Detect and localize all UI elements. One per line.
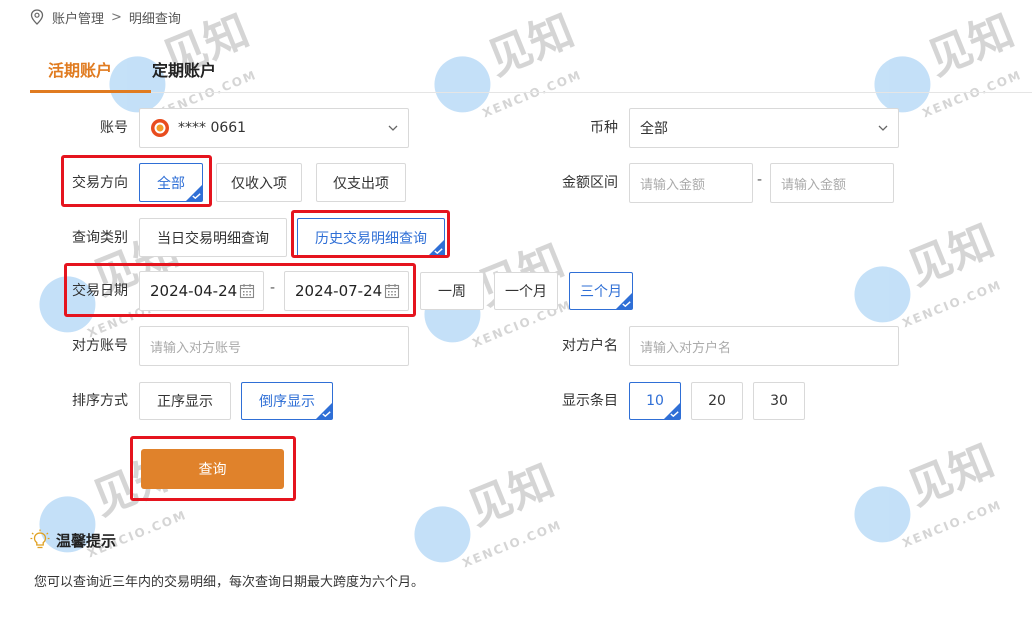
watermark: 见知XENCIO.COM <box>399 445 571 583</box>
end-date-input[interactable]: 2024-07-24 <box>284 271 409 311</box>
amount-separator: - <box>757 172 763 188</box>
tips-text: 您可以查询近三年内的交易明细，每次查询日期最大跨度为六个月。 <box>34 575 425 590</box>
counterparty-account-input[interactable]: 请输入对方账号 <box>139 326 409 366</box>
date-label: 交易日期 <box>72 283 128 299</box>
sort-descending[interactable]: 倒序显示 <box>241 382 333 420</box>
date-shortcut-three-months[interactable]: 三个月 <box>569 272 633 310</box>
counterparty-account-label: 对方账号 <box>72 338 128 354</box>
currency-label: 币种 <box>590 120 618 136</box>
tab-fixed-account[interactable]: 定期账户 <box>152 52 216 90</box>
breadcrumb-separator: > <box>111 9 122 25</box>
checkmark-icon <box>322 411 331 417</box>
option-label: 正序显示 <box>157 394 213 410</box>
watermark: 见知XENCIO.COM <box>839 425 1011 563</box>
option-label: 全部 <box>157 175 185 192</box>
calendar-icon <box>384 284 400 299</box>
chevron-down-icon <box>878 125 888 131</box>
amount-label: 金额区间 <box>562 175 618 191</box>
page-size-20[interactable]: 20 <box>691 382 743 420</box>
lightbulb-icon <box>30 529 50 549</box>
breadcrumb: 账户管理 > 明细查询 <box>30 7 181 27</box>
page-size-10[interactable]: 10 <box>629 382 681 420</box>
option-label: 三个月 <box>580 284 622 300</box>
start-date-value: 2024-04-24 <box>150 282 238 300</box>
option-label: 20 <box>708 393 726 409</box>
checkmark-icon <box>622 301 631 307</box>
start-date-input[interactable]: 2024-04-24 <box>139 271 264 311</box>
option-label: 一个月 <box>505 284 547 300</box>
chevron-down-icon <box>388 125 398 131</box>
option-label: 一周 <box>438 284 466 300</box>
option-label: 仅支出项 <box>333 175 389 192</box>
page-size-30[interactable]: 30 <box>753 382 805 420</box>
placeholder: 请输入对方户名 <box>640 340 732 356</box>
date-separator: - <box>270 280 276 296</box>
account-value: **** 0661 <box>178 120 247 136</box>
direction-label: 交易方向 <box>72 175 128 191</box>
amount-max-input[interactable]: 请输入金额 <box>770 163 894 203</box>
query-type-today[interactable]: 当日交易明细查询 <box>139 218 287 257</box>
sort-label: 排序方式 <box>72 393 128 409</box>
placeholder: 请输入对方账号 <box>150 340 242 356</box>
checkmark-icon <box>670 411 679 417</box>
sort-ascending[interactable]: 正序显示 <box>139 382 231 420</box>
date-shortcut-month[interactable]: 一个月 <box>494 272 558 310</box>
direction-option-expense[interactable]: 仅支出项 <box>316 163 406 202</box>
account-label: 账号 <box>100 120 128 136</box>
tips-title: 温馨提示 <box>30 529 116 551</box>
breadcrumb-current: 明细查询 <box>128 11 181 27</box>
date-shortcut-week[interactable]: 一周 <box>420 272 484 310</box>
counterparty-name-input[interactable]: 请输入对方户名 <box>629 326 899 366</box>
amount-min-input[interactable]: 请输入金额 <box>629 163 753 203</box>
currency-select[interactable]: 全部 <box>629 108 899 148</box>
query-type-history[interactable]: 历史交易明细查询 <box>297 218 445 257</box>
tips-title-text: 温馨提示 <box>56 531 117 550</box>
end-date-value: 2024-07-24 <box>295 282 383 300</box>
location-pin-icon <box>30 9 44 25</box>
option-label: 历史交易明细查询 <box>315 230 427 247</box>
option-label: 倒序显示 <box>259 394 315 410</box>
option-label: 仅收入项 <box>231 175 287 192</box>
tab-current-account[interactable]: 活期账户 <box>30 52 151 93</box>
query-button[interactable]: 查询 <box>141 449 284 489</box>
counterparty-name-label: 对方户名 <box>562 338 618 354</box>
checkmark-icon <box>434 248 443 254</box>
option-label: 30 <box>770 393 788 409</box>
account-tabs: 活期账户 定期账户 <box>30 52 1032 93</box>
breadcrumb-root[interactable]: 账户管理 <box>52 8 104 27</box>
option-label: 10 <box>646 393 664 409</box>
watermark: 见知XENCIO.COM <box>839 205 1011 343</box>
account-select[interactable]: **** 0661 <box>139 108 409 148</box>
option-label: 当日交易明细查询 <box>157 230 269 247</box>
bank-logo-icon <box>151 119 169 137</box>
direction-option-income[interactable]: 仅收入项 <box>216 163 302 202</box>
calendar-icon <box>239 284 255 299</box>
currency-value: 全部 <box>640 121 668 137</box>
placeholder: 请输入金额 <box>640 177 706 193</box>
checkmark-icon <box>192 193 201 199</box>
direction-option-all[interactable]: 全部 <box>139 163 203 202</box>
query-type-label: 查询类别 <box>72 230 128 246</box>
placeholder: 请输入金额 <box>781 177 847 193</box>
page-size-label: 显示条目 <box>562 393 618 409</box>
